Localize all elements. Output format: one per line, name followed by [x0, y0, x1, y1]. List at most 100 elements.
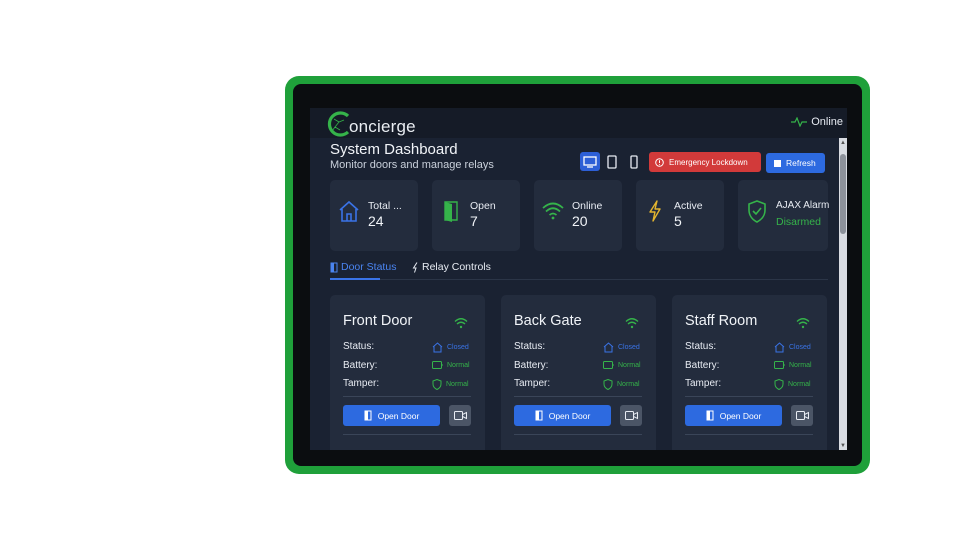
connection-status-label: Online — [811, 116, 843, 128]
mobile-view-button[interactable] — [624, 152, 644, 171]
battery-value: Normal — [603, 361, 641, 369]
stat-card-total: Total ... 24 — [330, 180, 418, 251]
wifi-icon — [625, 318, 639, 329]
open-door-button[interactable]: Open Door — [685, 405, 782, 426]
stat-label: Active — [674, 200, 703, 212]
connection-status: Online — [791, 116, 843, 128]
status-value: Closed — [603, 342, 640, 353]
door-name: Front Door — [343, 313, 413, 329]
tamper-text: Normal — [617, 381, 640, 388]
emergency-lockdown-label: Emergency Lockdown — [669, 157, 748, 167]
scroll-down-arrow[interactable]: ▼ — [840, 443, 846, 449]
stat-value: 5 — [674, 213, 682, 229]
shield-icon — [774, 379, 784, 390]
page-header: System Dashboard Monitor doors and manag… — [330, 141, 494, 171]
status-text: Closed — [789, 344, 811, 351]
stat-card-ajax-alarm: AJAX Alarm Disarmed — [738, 180, 829, 251]
battery-icon — [774, 361, 785, 369]
open-door-button[interactable]: Open Door — [343, 405, 440, 426]
battery-text: Normal — [618, 361, 641, 369]
divider — [514, 434, 642, 435]
tab-door-status[interactable]: Door Status — [330, 261, 396, 273]
battery-label: Battery: — [685, 360, 720, 371]
stat-value: 7 — [470, 213, 478, 229]
divider — [514, 396, 642, 397]
tab-relay-controls[interactable]: Relay Controls — [412, 261, 491, 273]
open-door-label: Open Door — [719, 410, 762, 421]
camera-button[interactable] — [449, 405, 471, 426]
phone-icon — [630, 154, 638, 169]
door-icon — [364, 410, 372, 421]
house-icon — [774, 342, 785, 353]
refresh-label: Refresh — [786, 158, 816, 168]
status-value: Closed — [432, 342, 469, 353]
open-door-label: Open Door — [548, 410, 591, 421]
lightning-icon — [412, 261, 418, 273]
stat-card-open: Open 7 — [432, 180, 520, 251]
open-door-button[interactable]: Open Door — [514, 405, 611, 426]
scroll-thumb[interactable] — [840, 154, 846, 234]
battery-label: Battery: — [343, 360, 378, 371]
camera-button[interactable] — [620, 405, 642, 426]
door-icon — [706, 410, 714, 421]
tablet-view-button[interactable] — [602, 152, 622, 171]
refresh-icon — [774, 159, 781, 167]
wifi-icon — [454, 318, 468, 329]
tamper-value: Normal — [603, 379, 640, 390]
wifi-icon — [542, 202, 564, 220]
emergency-lockdown-button[interactable]: Emergency Lockdown — [649, 152, 761, 172]
page-title: System Dashboard — [330, 141, 458, 158]
tablet-icon — [607, 154, 617, 169]
video-camera-icon — [453, 411, 467, 420]
open-door-label: Open Door — [377, 410, 420, 421]
house-icon — [432, 342, 443, 353]
shield-check-icon — [748, 200, 766, 223]
battery-label: Battery: — [514, 360, 549, 371]
pulse-icon — [791, 117, 808, 127]
camera-button[interactable] — [791, 405, 813, 426]
battery-icon — [603, 361, 614, 369]
door-icon — [535, 410, 543, 421]
battery-value: Normal — [774, 361, 812, 369]
scroll-up-arrow[interactable]: ▲ — [840, 140, 846, 146]
house-icon — [603, 342, 614, 353]
wifi-icon — [796, 318, 810, 329]
door-card: Back Gate Status: Closed Battery: Normal… — [501, 295, 656, 450]
status-value: Closed — [774, 342, 811, 353]
door-card: Front Door Status: Closed Battery: Norma… — [330, 295, 485, 450]
door-icon — [330, 262, 338, 272]
monitor-icon — [583, 155, 597, 168]
desktop-view-button[interactable] — [580, 152, 600, 171]
tab-label: Door Status — [341, 261, 397, 273]
stat-label: Open — [470, 200, 496, 212]
alert-circle-icon — [655, 157, 664, 167]
stat-value: 24 — [368, 213, 384, 229]
app-screen: oncierge Online ▲ ▼ System Dashboard Mon… — [310, 108, 847, 450]
logo-text: oncierge — [349, 117, 416, 136]
door-name: Staff Room — [685, 313, 758, 329]
divider — [685, 396, 813, 397]
battery-text: Normal — [789, 361, 812, 369]
stat-card-online: Online 20 — [534, 180, 622, 251]
battery-value: Normal — [432, 361, 470, 369]
tamper-label: Tamper: — [514, 378, 551, 389]
refresh-button[interactable]: Refresh — [766, 153, 825, 173]
door-card: Staff Room Status: Closed Battery: Norma… — [672, 295, 827, 450]
vertical-scrollbar[interactable]: ▲ ▼ — [839, 138, 847, 450]
tablet-bezel: oncierge Online ▲ ▼ System Dashboard Mon… — [285, 76, 870, 474]
battery-text: Normal — [447, 361, 470, 369]
lightning-icon — [649, 200, 661, 222]
status-label: Status: — [685, 341, 717, 352]
shield-icon — [432, 379, 442, 390]
video-camera-icon — [624, 411, 638, 420]
tab-bar: Door Status Relay Controls — [330, 258, 828, 280]
status-label: Status: — [343, 341, 375, 352]
open-door-icon — [444, 201, 458, 222]
tablet-frame: oncierge Online ▲ ▼ System Dashboard Mon… — [293, 84, 862, 466]
top-bar: oncierge Online — [310, 108, 847, 138]
status-label: Status: — [514, 341, 546, 352]
tamper-value: Normal — [432, 379, 469, 390]
active-tab-indicator — [330, 278, 380, 280]
device-view-toggle — [580, 152, 646, 171]
house-icon — [339, 200, 359, 222]
